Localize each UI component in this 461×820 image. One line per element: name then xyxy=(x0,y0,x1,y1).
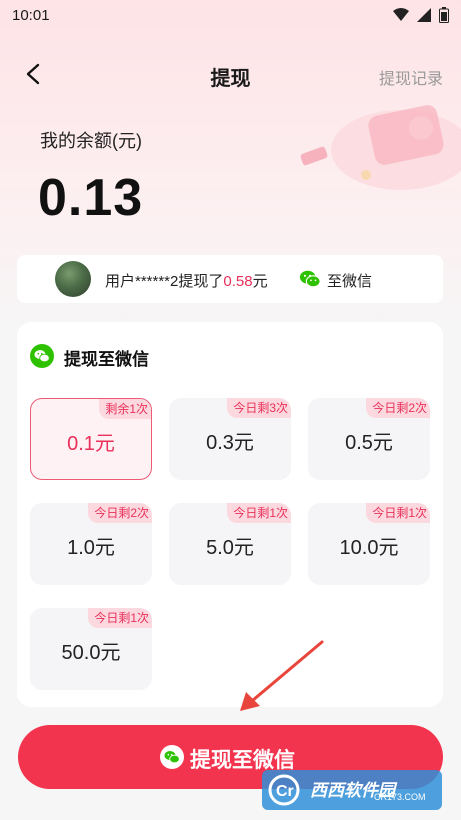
remaining-badge: 今日剩2次 xyxy=(88,503,152,523)
withdraw-history-link[interactable]: 提现记录 xyxy=(379,65,443,89)
amount-value: 50.0元 xyxy=(61,642,121,664)
amount-option[interactable]: 今日剩2次 0.5元 xyxy=(308,398,430,480)
balance-label: 我的余额(元) xyxy=(40,131,142,151)
amount-option[interactable]: 今日剩2次 1.0元 xyxy=(30,503,152,585)
amount-value: 0.5元 xyxy=(345,432,393,454)
card-title: 提现至微信 xyxy=(64,350,149,369)
amount-value: 0.1元 xyxy=(67,433,115,455)
remaining-badge: 剩余1次 xyxy=(99,399,151,419)
watermark-sub: CR173.COM xyxy=(374,792,426,802)
amount-option[interactable]: 剩余1次 0.1元 xyxy=(30,398,152,480)
status-icons xyxy=(393,7,449,23)
wechat-icon xyxy=(30,344,54,368)
remaining-badge: 今日剩1次 xyxy=(227,503,291,523)
amount-value: 10.0元 xyxy=(339,537,399,559)
remaining-badge: 今日剩3次 xyxy=(227,398,291,418)
amount-option[interactable]: 今日剩1次 50.0元 xyxy=(30,608,152,690)
amount-option[interactable]: 今日剩1次 10.0元 xyxy=(308,503,430,585)
svg-text:Cr: Cr xyxy=(276,783,294,800)
signal-icon xyxy=(417,8,431,22)
balance-value: 0.13 xyxy=(38,169,144,227)
watermark: Cr 西西软件园 CR173.COM xyxy=(262,770,442,810)
amount-option[interactable]: 今日剩3次 0.3元 xyxy=(169,398,291,480)
avatar xyxy=(55,261,91,297)
withdraw-notice-bar: 用户******2提现了0.58元 至微信 xyxy=(17,255,443,303)
red-envelope-decoration xyxy=(300,105,461,190)
amount-option[interactable]: 今日剩1次 5.0元 xyxy=(169,503,291,585)
wechat-icon xyxy=(160,745,184,769)
notice-text: 用户******2提现了0.58元 xyxy=(105,270,268,291)
notice-destination: 至微信 xyxy=(327,273,373,290)
remaining-badge: 今日剩2次 xyxy=(366,398,430,418)
battery-icon xyxy=(439,7,449,23)
wifi-icon xyxy=(393,8,409,21)
top-nav: 提现 提现记录 xyxy=(0,52,461,98)
notice-prefix: 用户******2提现了 xyxy=(105,273,224,290)
notice-suffix: 元 xyxy=(252,273,268,290)
amount-value: 5.0元 xyxy=(206,537,254,559)
amount-value: 1.0元 xyxy=(67,537,115,559)
remaining-badge: 今日剩1次 xyxy=(88,608,152,628)
status-bar: 10:01 xyxy=(0,0,461,32)
notice-amount: 0.58 xyxy=(223,273,253,290)
status-time: 10:01 xyxy=(12,7,50,24)
wechat-icon xyxy=(299,270,321,288)
amount-value: 0.3元 xyxy=(206,432,254,454)
annotation-arrow-icon xyxy=(240,640,324,711)
remaining-badge: 今日剩1次 xyxy=(366,503,430,523)
